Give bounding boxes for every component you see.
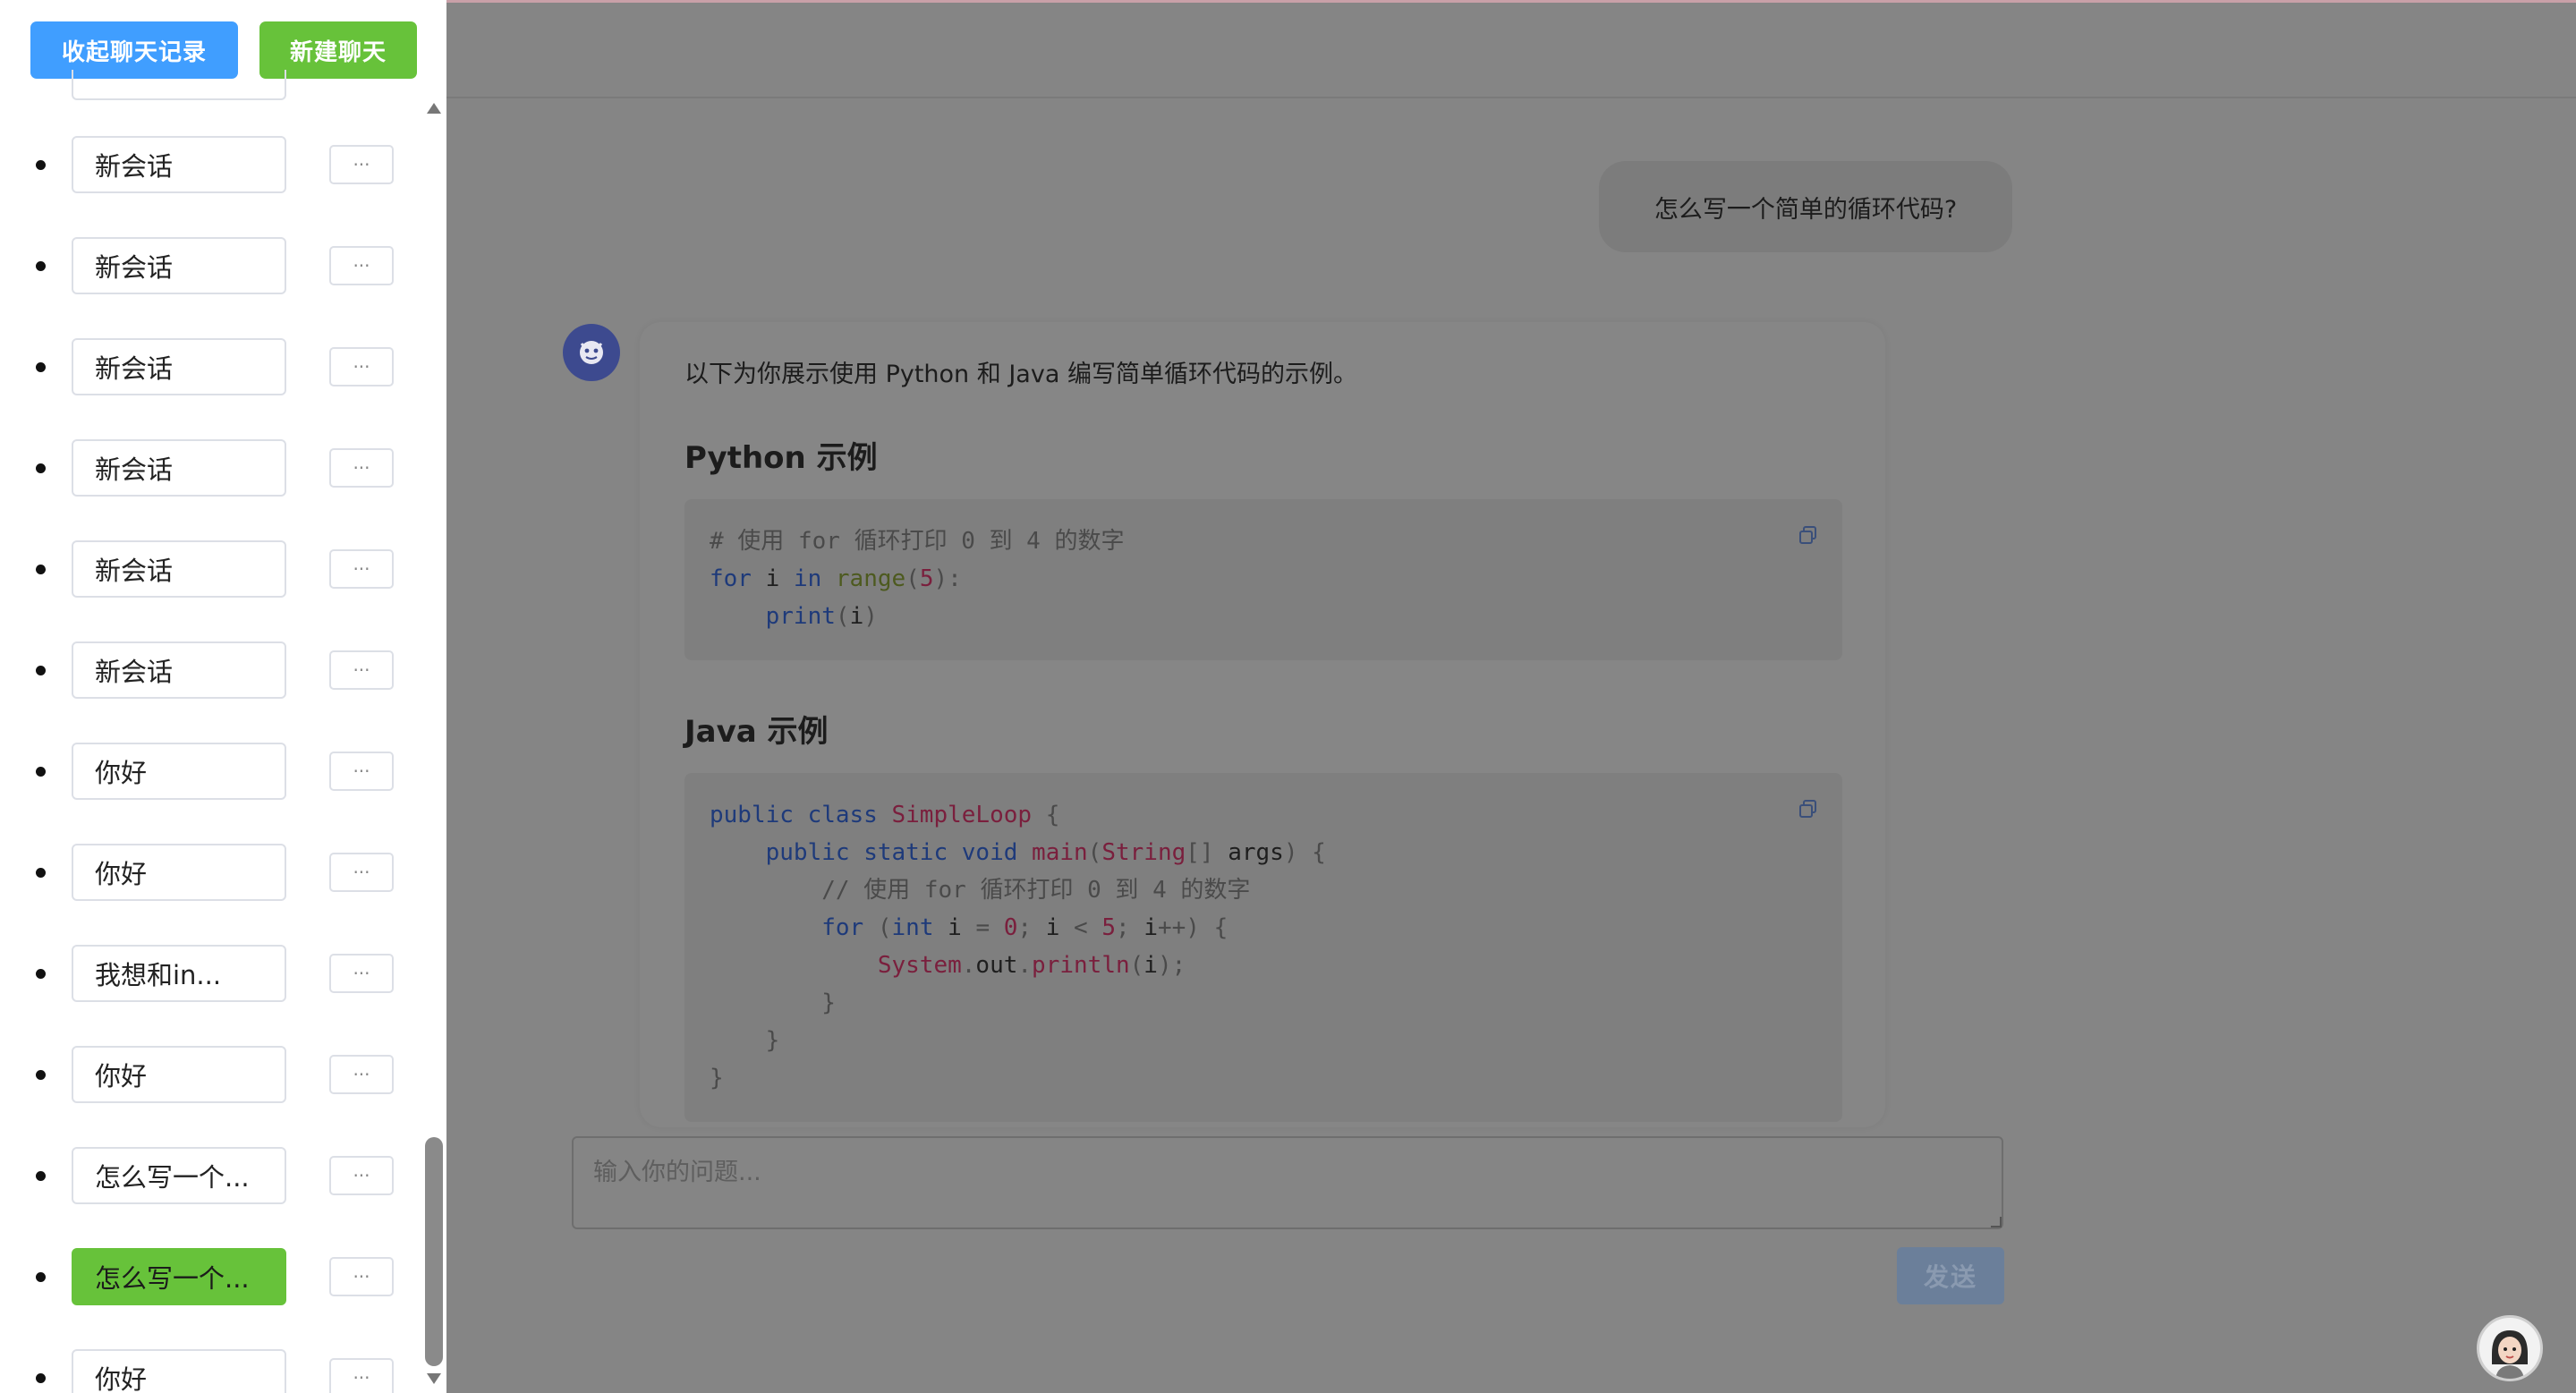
- list-bullet: [36, 1070, 46, 1080]
- python-heading: Python 示例: [684, 440, 878, 476]
- more-options-button[interactable]: ···: [329, 448, 394, 488]
- bot-intro-text: 以下为你展示使用 Python 和 Java 编写简单循环代码的示例。: [684, 361, 1357, 388]
- conversation-item[interactable]: 新会话 ···: [0, 540, 421, 598]
- conversation-item[interactable]: 我想和in... ···: [0, 945, 421, 1002]
- copy-icon[interactable]: [1798, 524, 1819, 546]
- more-options-button[interactable]: ···: [329, 1055, 394, 1094]
- conversation-item[interactable]: 新会话 ···: [0, 338, 421, 395]
- code-line: }: [710, 1027, 780, 1054]
- list-bullet: [36, 1272, 46, 1282]
- bot-message-card: 以下为你展示使用 Python 和 Java 编写简单循环代码的示例。 Pyth…: [640, 322, 1885, 1127]
- list-bullet: [36, 362, 46, 372]
- code-line: # 使用 for 循环打印 0 到 4 的数字: [710, 528, 1125, 555]
- code-line: public static void main(String[] args) {: [765, 839, 1326, 866]
- conversation-title[interactable]: 新会话: [72, 136, 286, 193]
- header-divider: [446, 97, 2576, 98]
- resize-grip-icon[interactable]: [1991, 1217, 2002, 1227]
- more-options-button[interactable]: ···: [329, 145, 394, 184]
- conversation-item[interactable]: 你好 ···: [0, 1046, 421, 1103]
- code-line: for (int i = 0; i < 5; i++) {: [821, 914, 1228, 941]
- code-line: for i in range(5):: [710, 565, 962, 592]
- conversation-title[interactable]: 新会话: [72, 237, 286, 294]
- top-accent-line: [446, 0, 2576, 3]
- list-bullet: [36, 463, 46, 473]
- list-bullet: [36, 868, 46, 878]
- conversation-title[interactable]: 我想和in...: [72, 945, 286, 1002]
- user-message-bubble: 怎么写一个简单的循环代码?: [1599, 161, 2012, 252]
- conversation-item[interactable]: 怎么写一个... ···: [0, 1147, 421, 1204]
- list-bullet: [36, 969, 46, 979]
- conversation-item[interactable]: 新会话 ···: [0, 641, 421, 699]
- more-options-button[interactable]: ···: [329, 549, 394, 589]
- bot-avatar-icon: [563, 324, 620, 381]
- more-options-button[interactable]: ···: [329, 1257, 394, 1296]
- conversation-title[interactable]: 新会话: [72, 641, 286, 699]
- conversation-item[interactable]: 你好 ···: [0, 743, 421, 800]
- more-options-button[interactable]: ···: [329, 246, 394, 285]
- conversation-title[interactable]: 新会话: [72, 540, 286, 598]
- helper-avatar-icon[interactable]: [2477, 1315, 2543, 1381]
- send-button[interactable]: 发送: [1897, 1247, 2004, 1304]
- chat-main: 怎么写一个简单的循环代码? 以下为你展示使用 Python 和 Java 编写简…: [446, 0, 2576, 1393]
- list-bullet: [36, 565, 46, 574]
- code-line: }: [710, 1065, 724, 1091]
- conversation-title[interactable]: 新会话: [72, 338, 286, 395]
- more-options-button[interactable]: ···: [329, 853, 394, 892]
- more-options-button[interactable]: ···: [329, 1156, 394, 1195]
- scrollbar-thumb[interactable]: [425, 1137, 443, 1366]
- code-line: // 使用 for 循环打印 0 到 4 的数字: [710, 877, 1251, 904]
- conversation-title[interactable]: 你好: [72, 844, 286, 901]
- code-line: }: [710, 990, 836, 1016]
- code-line: public class SimpleLoop {: [710, 802, 1060, 828]
- conversation-item[interactable]: 你好 ···: [0, 1349, 421, 1393]
- java-heading: Java 示例: [684, 714, 829, 750]
- conversation-list: 新会话 ··· 新会话 ··· 新会话 ··· 新会话 ··· 新会话 ··· 新会话 ··· 你好 ··…: [0, 0, 421, 1393]
- scroll-up-arrow-icon[interactable]: [427, 103, 441, 114]
- scroll-down-arrow-icon[interactable]: [427, 1373, 441, 1384]
- question-input[interactable]: [572, 1136, 2003, 1229]
- conversation-item[interactable]: 怎么写一个... ···: [0, 1248, 421, 1305]
- conversation-title[interactable]: 你好: [72, 743, 286, 800]
- conversation-title[interactable]: 怎么写一个...: [72, 1248, 286, 1305]
- conversation-title[interactable]: 新会话: [72, 439, 286, 497]
- list-bullet: [36, 160, 46, 170]
- more-options-button[interactable]: ···: [329, 954, 394, 993]
- more-options-button[interactable]: ···: [329, 347, 394, 386]
- more-options-button[interactable]: ···: [329, 1358, 394, 1393]
- sidebar-scrollbar[interactable]: [421, 94, 446, 1393]
- conversation-title[interactable]: 怎么写一个...: [72, 1147, 286, 1204]
- code-line: System.out.println(i);: [877, 952, 1186, 979]
- more-options-button[interactable]: ···: [329, 752, 394, 791]
- list-bullet: [36, 261, 46, 271]
- copy-icon[interactable]: [1798, 798, 1819, 820]
- list-bullet: [36, 666, 46, 675]
- sidebar: 收起聊天记录 新建聊天 新会话 ··· 新会话 ··· 新会话 ··· 新会话 ··· 新会话 ·…: [0, 0, 446, 1393]
- conversation-item[interactable]: 新会话 ···: [0, 136, 421, 193]
- conversation-title[interactable]: 你好: [72, 1046, 286, 1103]
- java-code-block: public class SimpleLoop { public static …: [684, 773, 1842, 1122]
- list-bullet: [36, 1373, 46, 1383]
- conversation-item[interactable]: 你好 ···: [0, 844, 421, 901]
- conversation-item[interactable]: 新会话 ···: [0, 439, 421, 497]
- conversation-item[interactable]: 新会话 ···: [0, 237, 421, 294]
- list-bullet: [36, 767, 46, 777]
- list-bullet: [36, 1171, 46, 1181]
- code-line: print(i): [765, 603, 878, 630]
- more-options-button[interactable]: ···: [329, 650, 394, 690]
- python-code-block: # 使用 for 循环打印 0 到 4 的数字 for i in range(5…: [684, 499, 1842, 660]
- conversation-title[interactable]: 你好: [72, 1349, 286, 1393]
